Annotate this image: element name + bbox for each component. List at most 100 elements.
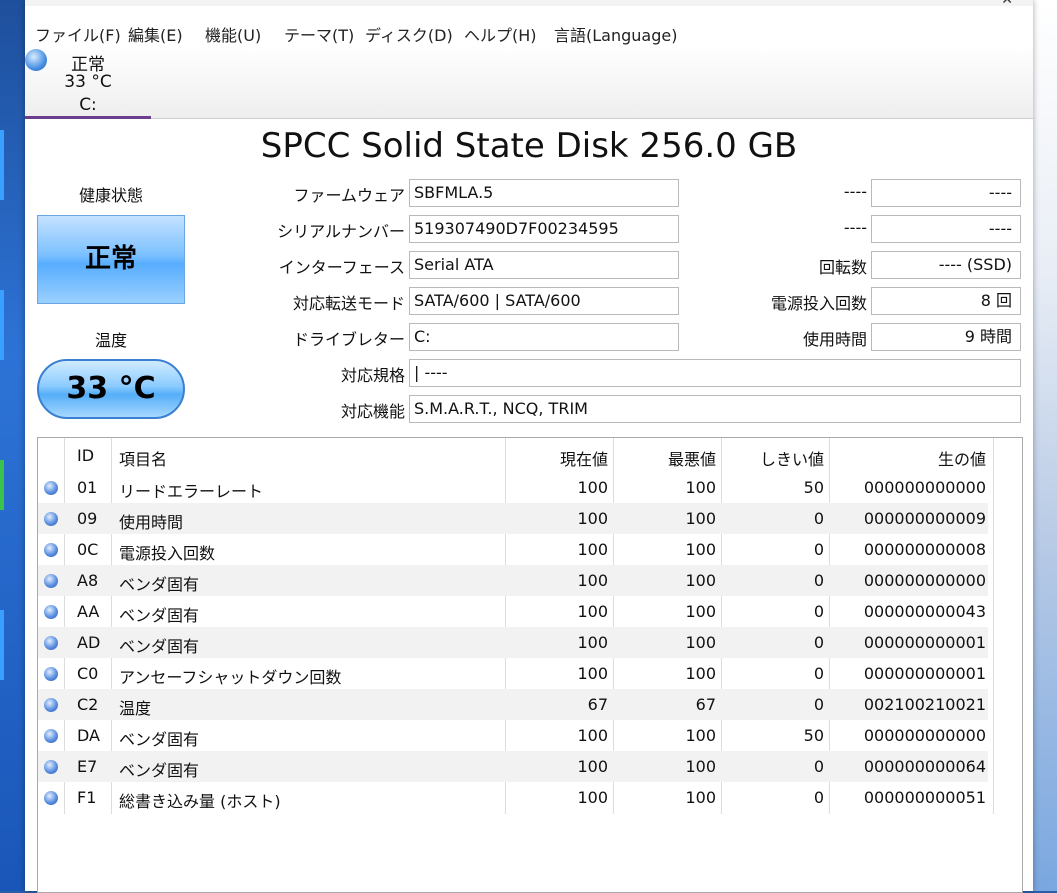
menu-language[interactable]: 言語(Language) <box>554 22 677 46</box>
table-row[interactable]: C0 アンセーフシャットダウン回数 100 100 0 000000000001 <box>38 658 988 689</box>
firmware-label: ファームウェア <box>293 186 405 205</box>
row-name: ベンダ固有 <box>119 761 200 780</box>
row-worst: 100 <box>685 633 716 652</box>
status-dot-icon <box>44 636 58 650</box>
row-worst: 100 <box>685 478 716 497</box>
table-row[interactable]: A8 ベンダ固有 100 100 0 000000000000 <box>38 565 988 596</box>
row-worst: 100 <box>685 664 716 683</box>
row-raw: 000000000000 <box>863 571 986 590</box>
firmware-value: SBFMLA.5 <box>409 179 679 207</box>
row-worst: 100 <box>685 726 716 745</box>
row-name: 使用時間 <box>119 513 184 532</box>
header-name[interactable]: 項目名 <box>119 446 167 470</box>
menu-disk[interactable]: ディスク(D) <box>365 22 453 46</box>
row-id: 01 <box>77 478 98 497</box>
row-id: E7 <box>77 757 98 776</box>
table-row[interactable]: F1 総書き込み量 (ホスト) 100 100 0 000000000051 <box>38 782 988 813</box>
crystaldiskinfo-window: ✕ ファイル(F) 編集(E) 機能(U) テーマ(T) ディスク(D) ヘルプ… <box>25 0 1033 893</box>
row-worst: 67 <box>695 695 716 714</box>
header-raw[interactable]: 生の値 <box>832 446 986 470</box>
row-threshold: 0 <box>813 757 824 776</box>
row-id: AA <box>77 602 100 621</box>
table-row[interactable]: 0C 電源投入回数 100 100 0 000000000008 <box>38 534 988 565</box>
rotation-label: 回転数 <box>818 258 867 277</box>
row-current: 100 <box>577 757 608 776</box>
interface-label: インターフェース <box>278 258 405 277</box>
row-raw: 000000000008 <box>863 540 986 559</box>
row-threshold: 0 <box>813 602 824 621</box>
title-bar <box>25 0 1033 6</box>
rotation-value: ---- (SSD) <box>871 251 1021 279</box>
unknown-value-1: ---- <box>871 179 1021 207</box>
status-dot-icon <box>44 760 58 774</box>
table-row[interactable]: C2 温度 67 67 0 002100210021 <box>38 689 988 720</box>
serial-label: シリアルナンバー <box>277 222 405 241</box>
row-raw: 000000000001 <box>863 664 986 683</box>
status-dot-icon <box>44 667 58 681</box>
table-row[interactable]: 01 リードエラーレート 100 100 50 000000000000 <box>38 472 988 503</box>
smart-table: ID 項目名 現在値 最悪値 しきい値 生の値 01 リードエラーレート 100 10… <box>37 437 1023 893</box>
row-raw: 000000000001 <box>863 633 986 652</box>
row-worst: 100 <box>685 571 716 590</box>
table-row[interactable]: AA ベンダ固有 100 100 0 000000000043 <box>38 596 988 627</box>
status-dot-icon <box>44 698 58 712</box>
row-id: AD <box>77 633 101 652</box>
menu-function[interactable]: 機能(U) <box>205 22 261 46</box>
interface-value: Serial ATA <box>409 251 679 279</box>
header-worst[interactable]: 最悪値 <box>616 446 716 470</box>
row-id: C0 <box>77 664 99 683</box>
row-current: 100 <box>577 509 608 528</box>
row-name: ベンダ固有 <box>119 606 200 625</box>
menu-edit[interactable]: 編集(E) <box>128 22 183 46</box>
row-name: 温度 <box>119 699 152 718</box>
health-label: 健康状態 <box>78 186 143 205</box>
row-id: F1 <box>77 788 97 807</box>
close-icon[interactable]: ✕ <box>1001 0 1013 8</box>
menu-theme[interactable]: テーマ(T) <box>284 22 354 46</box>
temperature-label: 温度 <box>94 331 127 350</box>
row-worst: 100 <box>685 757 716 776</box>
row-current: 67 <box>587 695 608 714</box>
table-row[interactable]: 09 使用時間 100 100 0 000000000009 <box>38 503 988 534</box>
disk-model-title: SPCC Solid State Disk 256.0 GB <box>260 126 798 166</box>
row-threshold: 0 <box>813 664 824 683</box>
table-row[interactable]: E7 ベンダ固有 100 100 0 000000000064 <box>38 751 988 782</box>
table-row[interactable]: DA ベンダ固有 100 100 50 000000000000 <box>38 720 988 751</box>
row-threshold: 0 <box>813 788 824 807</box>
row-threshold: 0 <box>813 509 824 528</box>
row-name: リードエラーレート <box>119 482 264 501</box>
header-current[interactable]: 現在値 <box>508 446 608 470</box>
table-row[interactable]: AD ベンダ固有 100 100 0 000000000001 <box>38 627 988 658</box>
desktop-left-strip <box>0 0 25 891</box>
desktop-tile <box>0 130 4 200</box>
row-threshold: 50 <box>803 726 824 745</box>
row-worst: 100 <box>685 509 716 528</box>
row-raw: 000000000051 <box>863 788 986 807</box>
header-threshold[interactable]: しきい値 <box>724 446 824 470</box>
row-id: C2 <box>77 695 99 714</box>
row-current: 100 <box>577 788 608 807</box>
unknown-label-2: ---- <box>843 218 867 237</box>
features-label: 対応機能 <box>340 402 405 421</box>
disk-tab-c[interactable]: 正常 33 °C C: <box>25 46 151 119</box>
desktop-tile <box>0 610 4 680</box>
power-count-value: 8 回 <box>871 287 1021 315</box>
header-id[interactable]: ID <box>77 446 94 465</box>
row-current: 100 <box>577 602 608 621</box>
power-hours-label: 使用時間 <box>802 330 867 349</box>
row-raw: 000000000000 <box>863 726 986 745</box>
row-current: 100 <box>577 726 608 745</box>
menu-help[interactable]: ヘルプ(H) <box>464 22 537 46</box>
menu-file[interactable]: ファイル(F) <box>35 22 121 46</box>
health-status-button[interactable]: 正常 <box>37 215 185 304</box>
row-raw: 000000000064 <box>863 757 986 776</box>
row-worst: 100 <box>685 540 716 559</box>
status-dot-icon <box>44 543 58 557</box>
row-current: 100 <box>577 540 608 559</box>
unknown-label-1: ---- <box>843 182 867 201</box>
row-raw: 000000000043 <box>863 602 986 621</box>
status-dot-icon <box>44 512 58 526</box>
temperature-button[interactable]: 33 °C <box>37 359 185 419</box>
row-threshold: 0 <box>813 633 824 652</box>
row-name: ベンダ固有 <box>119 575 200 594</box>
